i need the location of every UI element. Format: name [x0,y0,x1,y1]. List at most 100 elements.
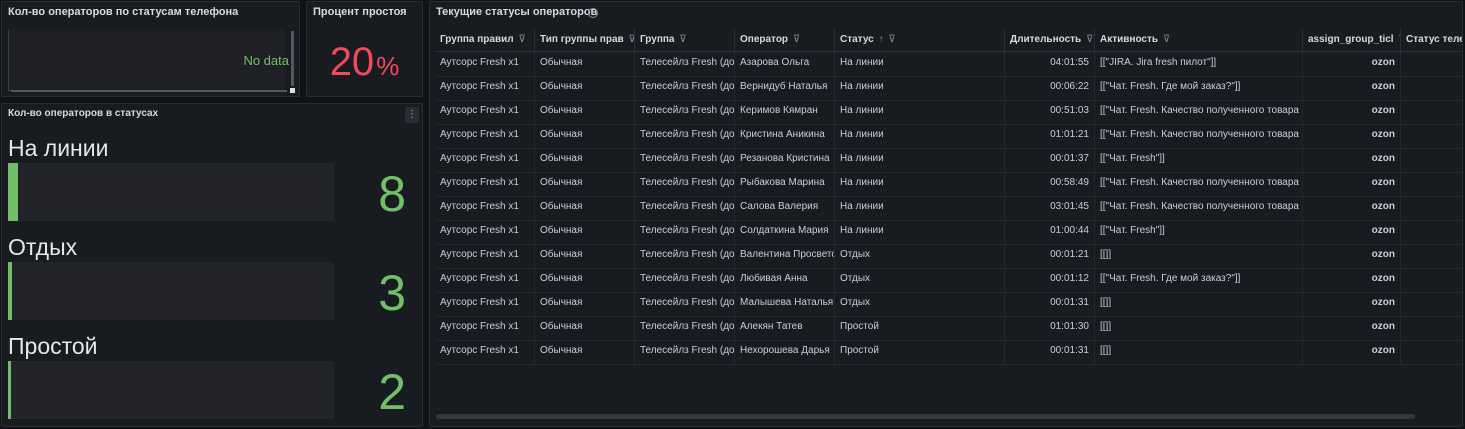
column-header[interactable]: Длительность ⊽ [1005,29,1095,51]
column-header[interactable]: assign_group_ticl ⊽ [1303,29,1401,51]
table-cell: 04:01:55 [1005,52,1095,76]
column-header[interactable]: Активность ⊽ [1095,29,1303,51]
table-cell: Обычная [535,244,635,268]
table-row[interactable]: Аутсорс Fresh x1 Обычная Телесейлз Fresh (… [435,124,1462,149]
table-cell: На линии [835,196,1005,220]
table-cell: ozon [1303,172,1401,196]
table-cell: 00:01:31 [1005,292,1095,316]
status-group-label: Простой [8,333,98,359]
horizontal-scrollbar[interactable] [11,90,287,92]
table-row[interactable]: Аутсорс Fresh x1 Обычная Телесейлз Fresh (… [435,220,1462,245]
table-cell: [["Чат. Fresh"]] [1095,220,1303,244]
table-cell: Обычная [535,124,635,148]
table-cell: ozon [1303,268,1401,292]
column-header-label: Статус теле [1406,34,1463,45]
status-group-value: 3 [378,265,406,321]
table-cell: Малышева Наталья [735,292,835,316]
table-cell: На линии [835,100,1005,124]
table-cell: 00:01:12 [1005,268,1095,292]
table-cell: Вернидуб Наталья [735,76,835,100]
column-header-label: Длительность [1010,34,1082,45]
table-cell: 00:51:03 [1005,100,1095,124]
table-cell: Аутсорс Fresh x1 [435,316,535,340]
panel-title: Кол-во операторов по статусам телефона [8,6,239,18]
column-header[interactable]: Статус теле [1401,29,1463,51]
column-header[interactable]: Группа правил ⊽ [435,29,535,51]
column-header[interactable]: Группа ⊽ [635,29,735,51]
table-row[interactable]: Аутсорс Fresh x1 Обычная Телесейлз Fresh (… [435,316,1462,341]
info-icon[interactable]: i [588,8,598,18]
table-row[interactable]: Аутсорс Fresh x1 Обычная Телесейлз Fresh (… [435,244,1462,269]
table-cell: Телесейлз Fresh (до [635,172,735,196]
column-header-label: Оператор [740,34,789,45]
column-header[interactable]: Тип группы прав ⊽ [535,29,635,51]
table-row[interactable]: Аутсорс Fresh x1 Обычная Телесейлз Fresh (… [435,52,1462,77]
table-row[interactable]: Аутсорс Fresh x1 Обычная Телесейлз Fresh (… [435,172,1462,197]
filter-icon[interactable]: ⊽ [626,34,634,45]
vertical-dots-icon[interactable]: ⋮ [405,107,419,123]
table-cell: Простой [835,316,1005,340]
table-cell: 00:01:31 [1005,340,1095,364]
table-cell: ozon [1303,100,1401,124]
resize-handle[interactable] [290,88,295,93]
table-cell: Обычная [535,52,635,76]
table-cell: На линии [835,172,1005,196]
no-data-label: No data [243,53,289,68]
table-cell: Обычная [535,148,635,172]
status-group-label: На линии [8,135,109,161]
table-cell [1401,316,1462,340]
table-cell [1401,196,1462,220]
table-cell: Обычная [535,76,635,100]
table-cell: ozon [1303,124,1401,148]
table-cell: 00:06:22 [1005,76,1095,100]
filter-icon[interactable]: ⊽ [790,34,800,45]
table-cell: Солдаткина Мария [735,220,835,244]
status-group-value: 8 [378,166,406,222]
table-header: Группа правил ⊽ Тип группы прав ⊽ Группа ⊽… [435,29,1463,52]
table-cell: 01:00:44 [1005,220,1095,244]
table-row[interactable]: Аутсорс Fresh x1 Обычная Телесейлз Fresh (… [435,196,1462,221]
sort-ascending-icon[interactable]: ↑ [876,34,883,45]
filter-icon[interactable]: ⊽ [885,34,895,45]
table-cell [1401,244,1462,268]
table-cell: [["Чат. Fresh. Качество полученного това… [1095,100,1303,124]
horizontal-scrollbar[interactable] [436,414,1415,419]
column-header[interactable]: Оператор ⊽ [735,29,835,51]
table-cell: ozon [1303,292,1401,316]
table-cell [1401,100,1462,124]
table-cell: Телесейлз Fresh (до [635,76,735,100]
table-cell: [["Чат. Fresh. Качество полученного това… [1095,172,1303,196]
table-cell: Аутсорс Fresh x1 [435,52,535,76]
table-row[interactable]: Аутсорс Fresh x1 Обычная Телесейлз Fresh (… [435,148,1462,173]
column-header-label: Активность [1100,34,1159,45]
filter-icon[interactable]: ⊽ [516,34,525,45]
panel-title: Кол-во операторов в статусах [8,108,159,119]
table-cell: Аутсорс Fresh x1 [435,244,535,268]
table-cell: Аутсорс Fresh x1 [435,124,535,148]
table-cell: Аутсорс Fresh x1 [435,220,535,244]
table-cell: Резанова Кристина [735,148,835,172]
vertical-scrollbar[interactable] [291,31,294,86]
table-cell: Аутсорс Fresh x1 [435,268,535,292]
table-cell: Обычная [535,292,635,316]
table-cell: Обычная [535,172,635,196]
table-cell [1401,292,1462,316]
table-row[interactable]: Аутсорс Fresh x1 Обычная Телесейлз Fresh (… [435,268,1462,293]
table-row[interactable]: Аутсорс Fresh x1 Обычная Телесейлз Fresh (… [435,292,1462,317]
filter-icon[interactable]: ⊽ [1083,34,1093,45]
table-cell: Телесейлз Fresh (до [635,196,735,220]
table-cell: ozon [1303,244,1401,268]
table-cell: Аутсорс Fresh x1 [435,292,535,316]
operators-table-panel: Текущие статусы операторов i Группа прав… [429,1,1463,427]
table-cell: Алекян Татев [735,316,835,340]
table-cell: Телесейлз Fresh (до [635,100,735,124]
table-row[interactable]: Аутсорс Fresh x1 Обычная Телесейлз Fresh (… [435,340,1462,365]
filter-icon[interactable]: ⊽ [676,34,686,45]
status-gauge-bar [8,163,334,221]
column-header-label: Группа [640,34,675,45]
table-row[interactable]: Аутсорс Fresh x1 Обычная Телесейлз Fresh (… [435,100,1462,125]
table-cell: Телесейлз Fresh (до [635,292,735,316]
column-header[interactable]: Статус ↑ ⊽ [835,29,1005,51]
filter-icon[interactable]: ⊽ [1160,34,1170,45]
table-row[interactable]: Аутсорс Fresh x1 Обычная Телесейлз Fresh (… [435,76,1462,101]
